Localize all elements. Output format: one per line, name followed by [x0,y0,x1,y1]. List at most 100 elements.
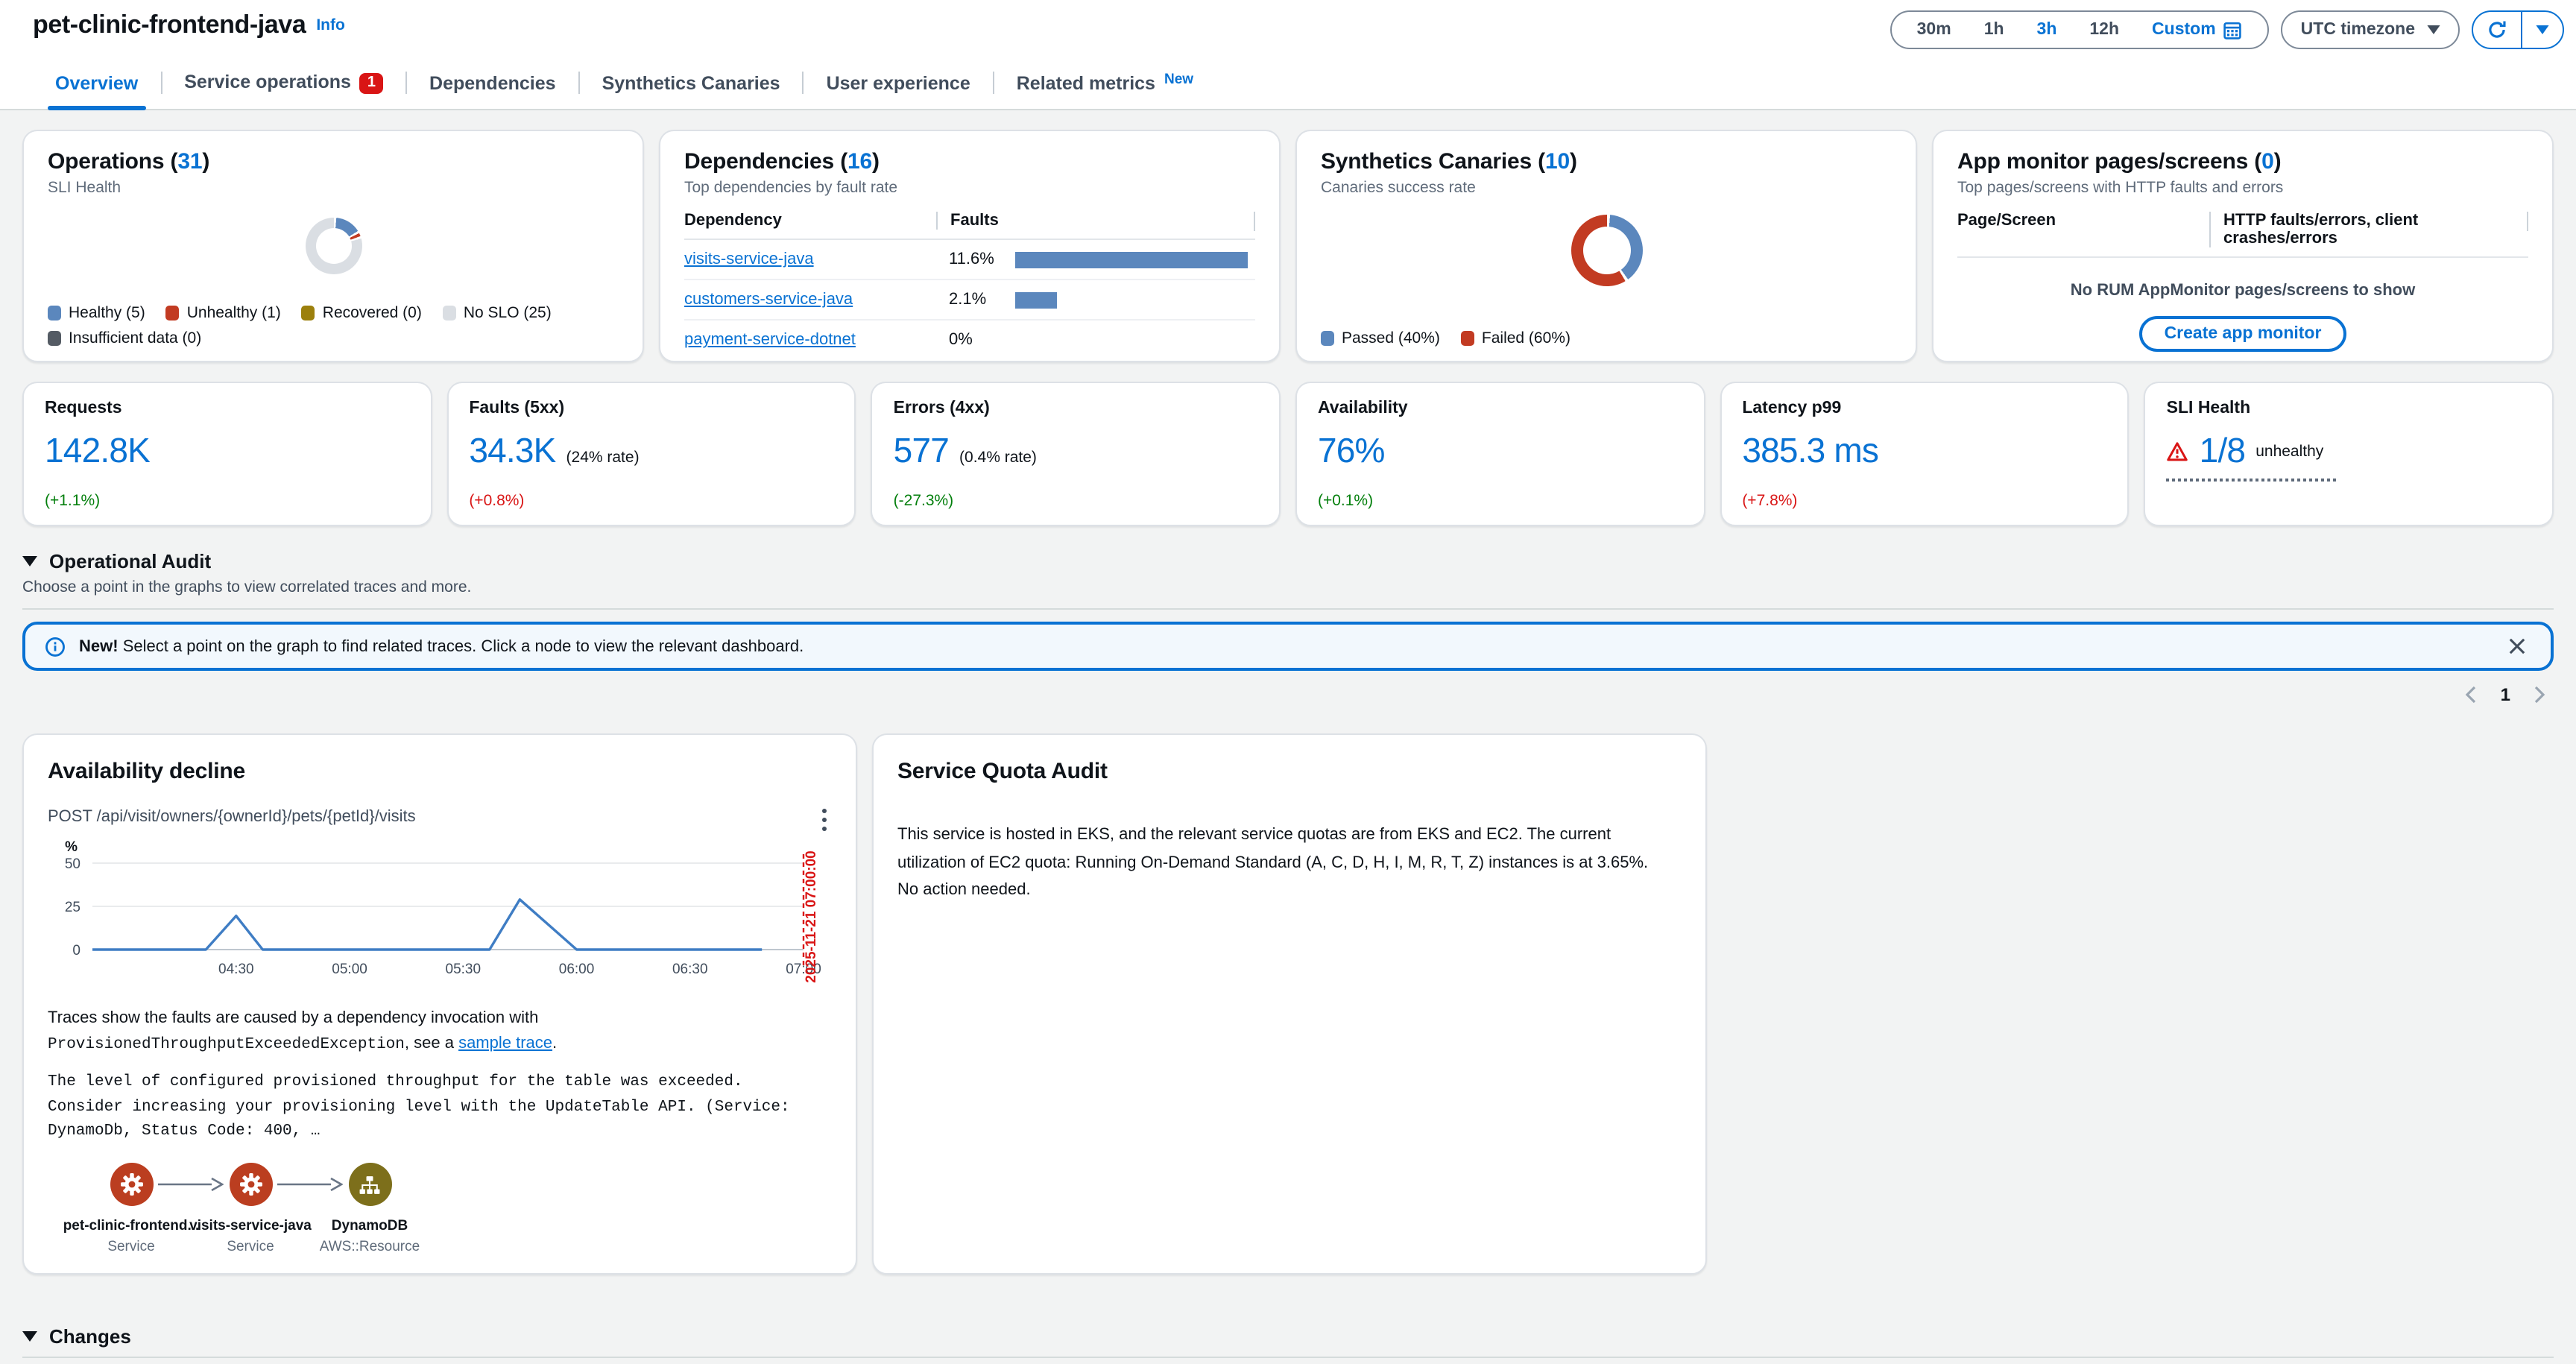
tab-service-operations[interactable]: Service operations1 [162,63,405,109]
time-range-1h[interactable]: 1h [1968,21,2021,39]
legend-label: Unhealthy (1) [187,304,281,322]
card-title-text: Synthetics Canaries [1321,149,1532,174]
fault-bar-track [1015,291,1255,308]
column-resize-handle[interactable] [2527,212,2528,231]
svg-text:%: % [65,839,78,855]
chevron-down-icon [2427,25,2440,34]
banner-close-button[interactable] [2503,632,2531,660]
tab-dependencies[interactable]: Dependencies [407,63,578,108]
metric-cards-row: Requests 142.8K (+1.1%) Faults (5xx) 34.… [22,382,2554,526]
section-subtitle: Choose a point in the graphs to view cor… [22,578,2554,596]
fault-rate-value: 0% [935,331,1015,349]
legend-swatch [1461,331,1474,346]
time-range-12h[interactable]: 12h [2073,21,2135,39]
previous-page-button[interactable] [2465,686,2477,704]
refresh-button[interactable] [2473,12,2522,48]
card-title-text: Dependencies [684,149,834,174]
trace-explanation: Traces show the faults are caused by a d… [48,1006,801,1058]
dependencies-card-subtitle: Top dependencies by fault rate [684,179,1255,197]
current-page-number[interactable]: 1 [2501,684,2510,705]
new-feature-tag: New [1164,71,1193,87]
availability-metric-card: Availability 76% (+0.1%) [1295,382,1705,526]
legend-label: Failed (60%) [1482,329,1570,347]
metric-suffix: (0.4% rate) [959,449,1037,467]
exception-message: The level of configured provisioned thro… [48,1071,808,1144]
legend-swatch [302,306,315,321]
changes-section-toggle[interactable]: Changes [22,1325,2554,1348]
metric-value: 577 [894,431,949,471]
app-monitor-empty-state: No RUM AppMonitor pages/screens to show … [1957,282,2528,352]
chart-menu-button[interactable] [817,808,832,836]
chevron-down-icon [2536,25,2549,34]
dependencies-count[interactable]: 16 [847,149,872,174]
page-title: pet-clinic-frontend-java [33,10,306,39]
legend-item-unhealthy[interactable]: Unhealthy (1) [166,304,281,322]
warning-icon [2167,441,2189,461]
canaries-card-subtitle: Canaries success rate [1321,179,1892,197]
svg-text:0: 0 [72,943,80,959]
operations-count[interactable]: 31 [177,149,202,174]
sli-health-legend: Healthy (5) Unhealthy (1) Recovered (0) … [48,304,631,347]
card-title-text: App monitor pages/screens [1957,149,2248,174]
time-range-30m[interactable]: 30m [1901,21,1968,39]
section-divider [22,608,2554,610]
tab-user-experience[interactable]: User experience [804,63,993,108]
app-monitor-count[interactable]: 0 [2261,149,2274,174]
sample-trace-link[interactable]: sample trace [458,1034,552,1052]
operation-label: POST /api/visit/owners/{ownerId}/pets/{p… [48,808,416,826]
availability-line-chart[interactable]: %5025004:3005:0005:3006:0006:3007:002025… [48,839,835,997]
metric-label: Availability [1318,400,1682,417]
operations-card-subtitle: SLI Health [48,179,619,197]
canaries-card-title: Synthetics Canaries 10 [1321,149,1892,174]
legend-item-healthy[interactable]: Healthy (5) [48,304,145,322]
info-banner: New! Select a point on the graph to find… [22,622,2554,671]
svg-text:05:30: 05:30 [446,962,482,977]
resource-node-dynamodb[interactable]: DynamoDB AWS::Resource [307,1163,432,1255]
refresh-options-button[interactable] [2522,12,2563,48]
tab-overview[interactable]: Overview [33,63,160,108]
svg-text:05:00: 05:00 [332,962,367,977]
custom-label: Custom [2152,21,2216,39]
operational-audit-section-toggle[interactable]: Operational Audit [22,550,2554,572]
legend-item-passed[interactable]: Passed (40%) [1321,329,1440,347]
canaries-count[interactable]: 10 [1545,149,1570,174]
service-map: pet-clinic-frontend... Service visits-se… [48,1163,832,1279]
dependency-link[interactable]: customers-service-java [684,291,853,309]
metric-label: Requests [45,400,409,417]
info-link[interactable]: Info [316,16,345,34]
tab-related-metrics[interactable]: Related metricsNew [994,63,1216,108]
next-page-button[interactable] [2534,686,2546,704]
section-heading: Changes [49,1325,131,1348]
legend-swatch [1321,331,1334,346]
metric-delta: (-27.3%) [894,492,954,510]
service-quota-audit-title: Service Quota Audit [897,759,1682,784]
svg-text:06:30: 06:30 [672,962,708,977]
sli-health-status[interactable]: 1/8 unhealthy [2167,431,2336,481]
metric-delta: (+0.8%) [469,492,524,510]
legend-item-failed[interactable]: Failed (60%) [1461,329,1570,347]
dependency-link[interactable]: payment-service-dotnet [684,331,856,349]
collapse-triangle-icon [22,556,37,566]
time-range-3h[interactable]: 3h [2021,21,2074,39]
requests-metric-card: Requests 142.8K (+1.1%) [22,382,432,526]
metric-value: 1/8 [2200,431,2246,471]
time-range-segmented-control: 30m 1h 3h 12h Custom [1890,10,2270,49]
dependency-link[interactable]: visits-service-java [684,250,814,268]
create-app-monitor-button[interactable]: Create app monitor [2139,316,2347,352]
section-divider [22,1357,2554,1358]
time-range-custom[interactable]: Custom [2135,20,2259,40]
canary-legend: Passed (40%) Failed (60%) [1321,329,1904,347]
timezone-select[interactable]: UTC timezone [2282,10,2460,49]
app-monitor-table: Page/Screen HTTP faults/errors, client c… [1957,212,2528,258]
banner-prefix: New! [79,637,119,655]
node-name: DynamoDB [332,1218,408,1234]
dependencies-card-title: Dependencies 16 [684,149,1255,174]
legend-item-recovered[interactable]: Recovered (0) [302,304,422,322]
tab-synthetics-canaries[interactable]: Synthetics Canaries [580,63,803,108]
legend-item-insufficient-data[interactable]: Insufficient data (0) [48,329,201,347]
legend-swatch [48,306,61,321]
svg-text:04:30: 04:30 [218,962,254,977]
legend-item-no-slo[interactable]: No SLO (25) [443,304,552,322]
metric-value: 385.3 ms [1742,431,1878,471]
column-resize-handle[interactable] [1254,212,1255,231]
